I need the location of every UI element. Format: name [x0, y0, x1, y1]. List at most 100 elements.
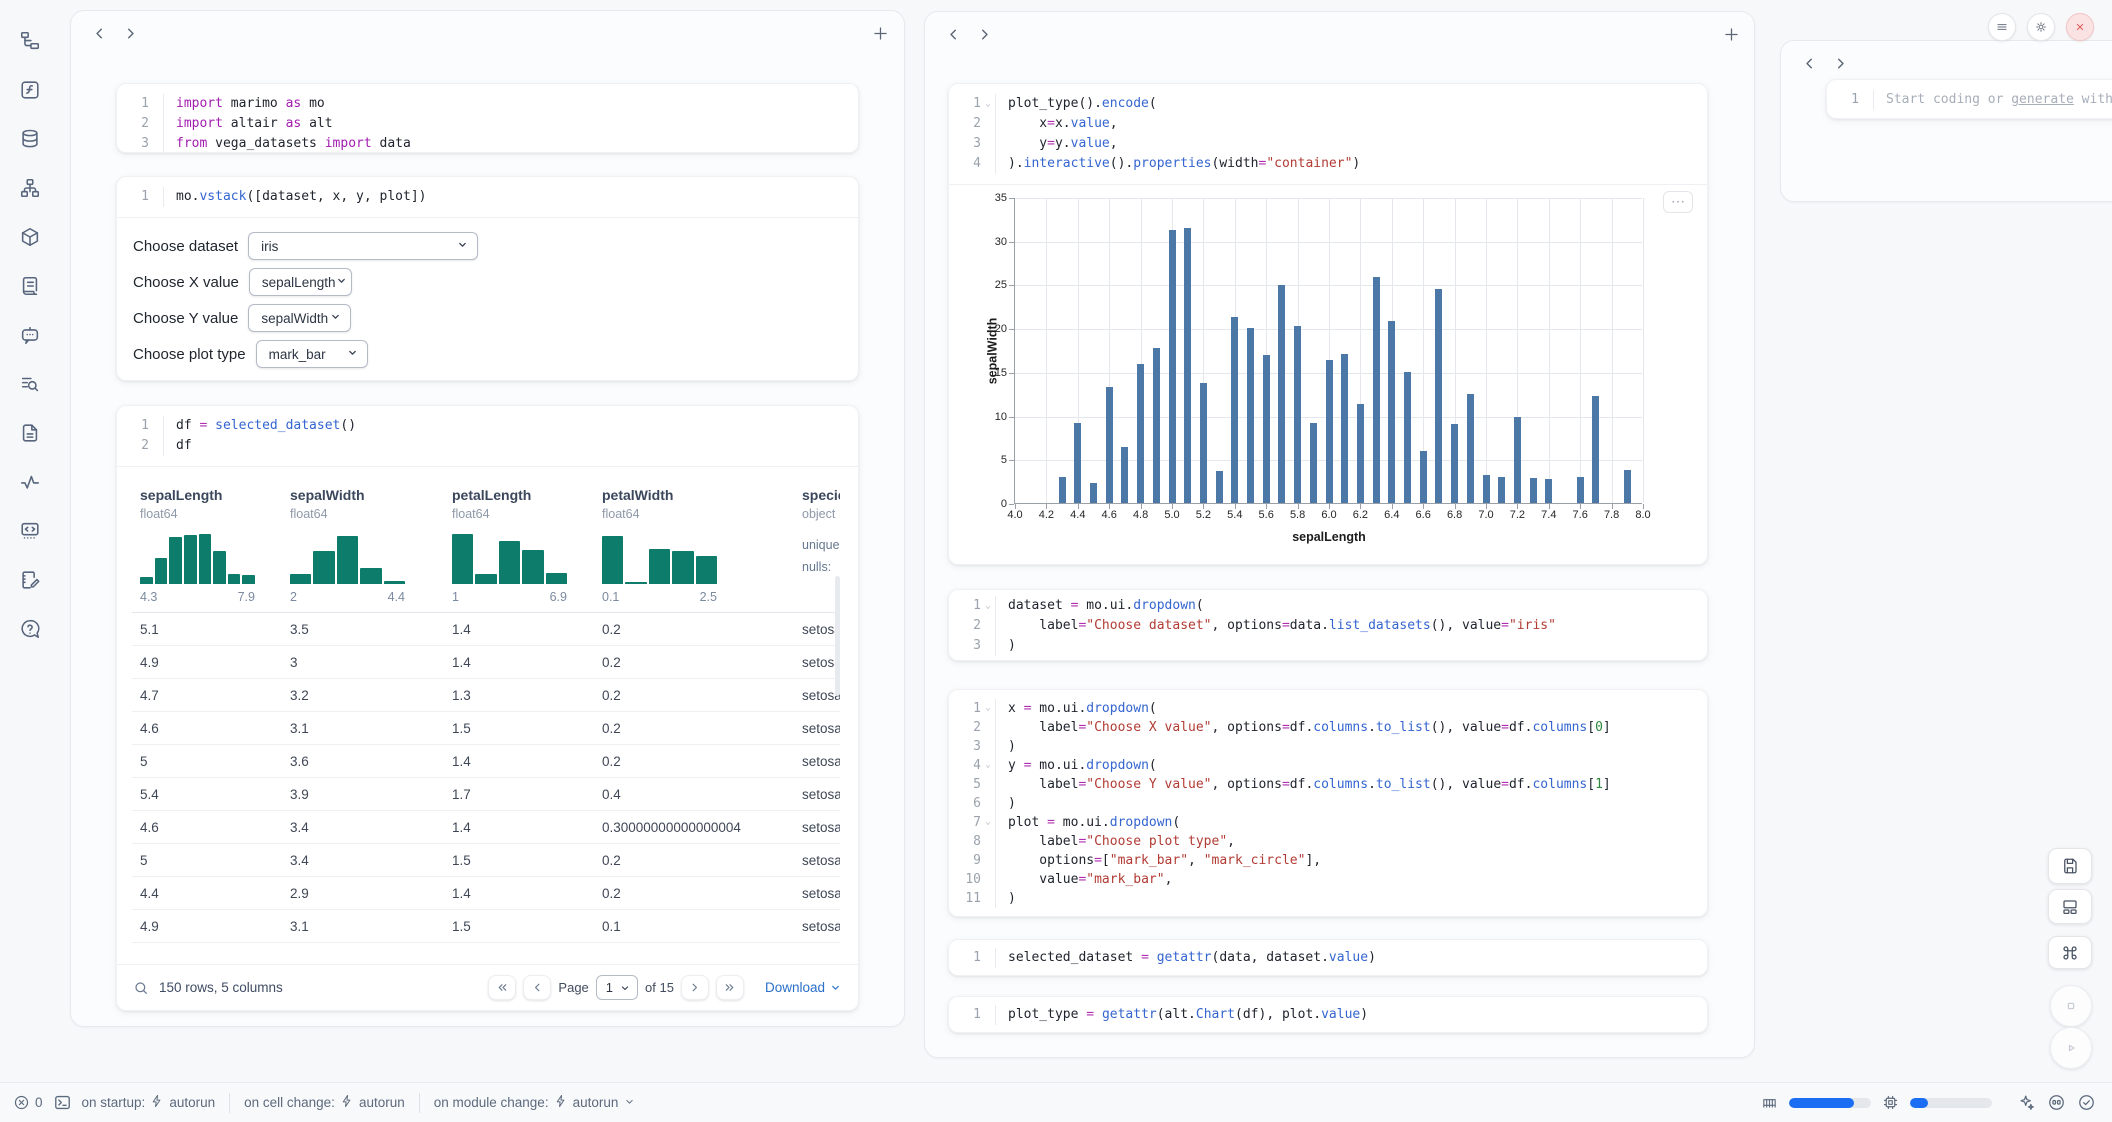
previous-page-button[interactable]	[523, 975, 551, 1000]
column-middle-next-button[interactable]	[972, 24, 996, 48]
code-line[interactable]: 11)	[949, 889, 1707, 908]
error-count-badge[interactable]: 0	[13, 1094, 43, 1111]
table-row[interactable]: 4.73.21.30.2setosa	[132, 679, 840, 712]
table-row[interactable]: 4.931.40.2setosa	[132, 646, 840, 679]
code-editor[interactable]: 1plot_type = getattr(alt.Chart(df), plot…	[949, 997, 1707, 1033]
table-row[interactable]: 5.43.91.70.4setosa	[132, 778, 840, 811]
code-cell-vstack[interactable]: 1mo.vstack([dataset, x, y, plot]) Choose…	[116, 176, 859, 381]
document-icon[interactable]	[19, 422, 41, 444]
scratchpad-icon[interactable]	[19, 569, 41, 591]
code-cell-imports[interactable]: 1import marimo as mo2import altair as al…	[116, 83, 859, 153]
code-line[interactable]: 2 label="Choose dataset", options=data.l…	[949, 616, 1707, 636]
code-line[interactable]: 3)	[949, 636, 1707, 656]
code-editor[interactable]: 1df = selected_dataset()2df	[117, 406, 858, 466]
ai-assist-button[interactable]	[2017, 1093, 2036, 1112]
table-row[interactable]: 5.13.51.40.2setosa	[132, 613, 840, 646]
code-line[interactable]: 3)	[949, 737, 1707, 756]
run-mode-item[interactable]: on startup:autorun	[82, 1094, 216, 1111]
code-line[interactable]: 1mo.vstack([dataset, x, y, plot])	[117, 187, 858, 207]
table-row[interactable]: 4.42.91.40.2setosa	[132, 877, 840, 910]
run-mode-item[interactable]: on cell change:autorun	[244, 1094, 405, 1111]
run-mode-item[interactable]: on module change:autorun	[434, 1094, 637, 1111]
code-editor[interactable]: 1mo.vstack([dataset, x, y, plot])	[117, 177, 858, 217]
table-column-header[interactable]: speciesobjectunique:nulls:	[794, 486, 840, 606]
code-line[interactable]: 2import altair as alt	[117, 114, 858, 134]
sitemap-icon[interactable]	[19, 177, 41, 199]
snippets-icon[interactable]	[19, 520, 41, 542]
layout-button[interactable]	[2048, 889, 2092, 924]
settings-button[interactable]	[2027, 13, 2055, 41]
choose-plot-type-select[interactable]: mark_bar	[256, 340, 368, 368]
file-tree-icon[interactable]	[19, 30, 41, 52]
code-cell-xy-dropdowns[interactable]: 1⌄x = mo.ui.dropdown(2 label="Choose X v…	[948, 689, 1708, 917]
table-row[interactable]: 53.41.50.2setosa	[132, 844, 840, 877]
table-row[interactable]: 53.61.40.2setosa	[132, 745, 840, 778]
code-line[interactable]: 1⌄dataset = mo.ui.dropdown(	[949, 596, 1707, 616]
download-button[interactable]: Download	[765, 980, 842, 995]
code-cell-chart[interactable]: 1⌄plot_type().encode(2 x=x.value,3 y=y.v…	[948, 83, 1708, 565]
code-line[interactable]: 4).interactive().properties(width="conta…	[949, 154, 1707, 174]
code-line[interactable]: 6)	[949, 794, 1707, 813]
connection-status-button[interactable]	[2077, 1093, 2096, 1112]
package-icon[interactable]	[19, 226, 41, 248]
column-right-prev-button[interactable]	[1797, 53, 1821, 77]
code-line[interactable]: 1selected_dataset = getattr(data, datase…	[949, 948, 1707, 968]
generate-with-ai-link[interactable]: generate	[2011, 92, 2074, 107]
code-cell-dataset-dropdown[interactable]: 1⌄dataset = mo.ui.dropdown(2 label="Choo…	[948, 589, 1708, 661]
table-scrollbar[interactable]	[835, 576, 840, 696]
chat-bot-icon[interactable]	[19, 324, 41, 346]
code-line[interactable]: 1⌄x = mo.ui.dropdown(	[949, 699, 1707, 718]
code-line[interactable]: 3from vega_datasets import data	[117, 134, 858, 153]
table-column-header[interactable]: sepalLengthfloat644.37.9	[132, 486, 282, 606]
table-row[interactable]: 4.63.41.40.30000000000000004setosa	[132, 811, 840, 844]
choose-dataset-select[interactable]: iris	[248, 232, 478, 260]
choose-x-value-select[interactable]: sepalLength	[249, 268, 352, 296]
scroll-icon[interactable]	[19, 275, 41, 297]
close-panel-button[interactable]	[2066, 13, 2094, 41]
code-cell-selected-dataset[interactable]: 1selected_dataset = getattr(data, datase…	[948, 939, 1708, 976]
keyboard-shortcuts-button[interactable]	[2048, 936, 2092, 969]
activity-icon[interactable]	[19, 471, 41, 493]
code-line[interactable]: 1⌄plot_type().encode(	[949, 94, 1707, 114]
menu-button[interactable]	[1988, 13, 2016, 41]
stop-kernel-button[interactable]	[2050, 985, 2092, 1027]
column-left-next-button[interactable]	[118, 23, 142, 47]
database-icon[interactable]	[19, 128, 41, 150]
fold-chevron-icon[interactable]: ⌄	[981, 756, 995, 775]
code-line[interactable]: 2 label="Choose X value", options=df.col…	[949, 718, 1707, 737]
first-page-button[interactable]	[488, 975, 516, 1000]
code-line[interactable]: 1import marimo as mo	[117, 94, 858, 114]
search-list-icon[interactable]	[19, 373, 41, 395]
column-middle-prev-button[interactable]	[941, 24, 965, 48]
code-line[interactable]: 8 label="Choose plot type",	[949, 832, 1707, 851]
fold-chevron-icon[interactable]: ⌄	[981, 699, 995, 718]
table-row[interactable]: 4.93.11.50.1setosa	[132, 910, 840, 943]
next-page-button[interactable]	[681, 975, 709, 1000]
table-column-header[interactable]: petalWidthfloat640.12.5	[594, 486, 794, 606]
code-line[interactable]: 3 y=y.value,	[949, 134, 1707, 154]
last-page-button[interactable]	[716, 975, 744, 1000]
code-editor[interactable]: 1⌄plot_type().encode(2 x=x.value,3 y=y.v…	[949, 84, 1707, 184]
fold-chevron-icon[interactable]: ⌄	[981, 813, 995, 832]
fold-chevron-icon[interactable]: ⌄	[981, 94, 995, 114]
code-cell-plot-type[interactable]: 1plot_type = getattr(alt.Chart(df), plot…	[948, 996, 1708, 1033]
code-line[interactable]: 9 options=["mark_bar", "mark_circle"],	[949, 851, 1707, 870]
terminal-button[interactable]	[53, 1093, 72, 1112]
search-icon[interactable]	[133, 980, 149, 996]
table-row[interactable]: 4.63.11.50.2setosa	[132, 712, 840, 745]
code-editor[interactable]: 1import marimo as mo2import altair as al…	[117, 84, 858, 153]
code-line[interactable]: 2df	[117, 436, 858, 456]
copilot-button[interactable]	[2047, 1093, 2066, 1112]
code-placeholder[interactable]: Start coding or generate with AI	[1873, 90, 2112, 110]
code-line[interactable]: 2 x=x.value,	[949, 114, 1707, 134]
code-line[interactable]: 7⌄plot = mo.ui.dropdown(	[949, 813, 1707, 832]
empty-code-cell[interactable]: 1 Start coding or generate with AI	[1826, 79, 2112, 119]
run-all-button[interactable]	[2050, 1027, 2092, 1069]
code-editor[interactable]: 1selected_dataset = getattr(data, datase…	[949, 940, 1707, 976]
code-line[interactable]: 4⌄y = mo.ui.dropdown(	[949, 756, 1707, 775]
code-line[interactable]: 10 value="mark_bar",	[949, 870, 1707, 889]
code-cell-dataframe[interactable]: 1df = selected_dataset()2df sepalLengthf…	[116, 405, 859, 1011]
choose-y-value-select[interactable]: sepalWidth	[248, 304, 351, 332]
code-editor[interactable]: 1⌄x = mo.ui.dropdown(2 label="Choose X v…	[949, 690, 1707, 917]
save-button[interactable]	[2048, 848, 2092, 884]
